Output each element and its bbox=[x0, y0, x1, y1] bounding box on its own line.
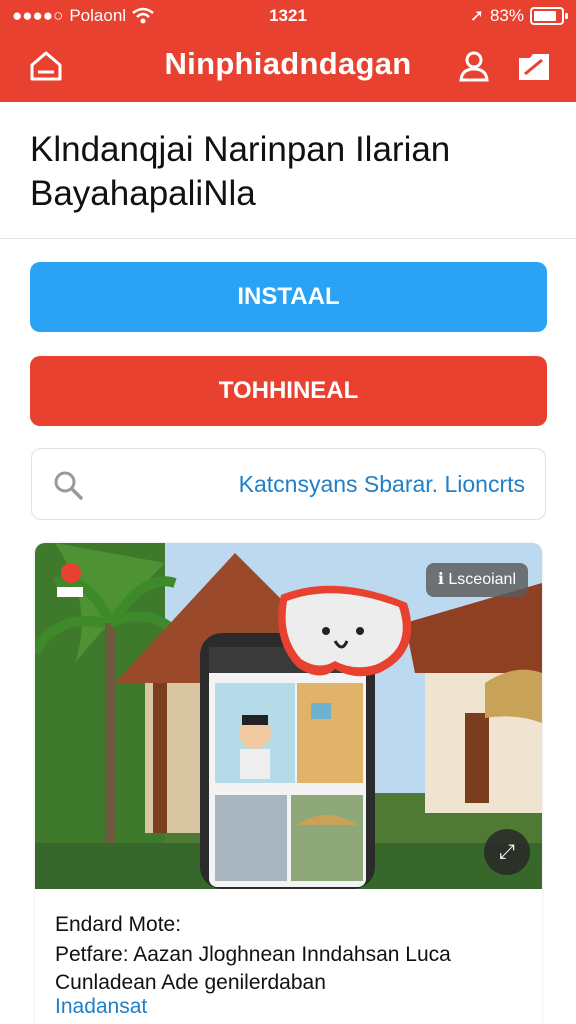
card-description-line-2: Cunladean Ade genilerdaban bbox=[55, 971, 326, 994]
headline-line-2: BayahapaliNla bbox=[30, 174, 256, 213]
secondary-button[interactable]: TOHHINEAL bbox=[30, 356, 547, 426]
divider bbox=[0, 238, 576, 239]
page-headline: Klndanqjai Narinpan Ilarian BayahapaliNl… bbox=[30, 128, 550, 216]
status-bar: ●●●●○ Polaonl 1321 ➚ 83% bbox=[0, 0, 576, 34]
search-icon bbox=[54, 471, 83, 500]
info-icon: ℹ bbox=[437, 571, 444, 588]
user-icon[interactable] bbox=[456, 48, 492, 84]
headline-line-1: Klndanqjai Narinpan Ilarian bbox=[30, 130, 451, 169]
card-description: Petfare: Aazan Jloghnean Inndahsan Luca … bbox=[55, 941, 525, 997]
battery-icon bbox=[530, 7, 568, 25]
card-description-line-1: Petfare: Aazan Jloghnean Inndahsan Luca bbox=[55, 943, 451, 966]
location-icon: ➚ bbox=[469, 6, 484, 25]
expand-icon[interactable]: ⤢ bbox=[484, 829, 530, 875]
featured-card[interactable]: ℹ Lsceoianl ⤢ Endard Mote: Petfare: Aaza… bbox=[35, 543, 542, 1024]
status-right: ➚ 83% bbox=[469, 6, 568, 26]
search-bar[interactable]: Katcnsyans Sbarar. Lioncrts bbox=[31, 448, 546, 520]
install-button[interactable]: INSTAAL bbox=[30, 262, 547, 332]
search-input[interactable]: Katcnsyans Sbarar. Lioncrts bbox=[239, 471, 525, 498]
location-badge-label: Lsceoianl bbox=[448, 571, 516, 588]
share-icon[interactable] bbox=[516, 48, 552, 84]
card-label: Endard Mote: bbox=[55, 913, 182, 936]
location-badge[interactable]: ℹ Lsceoianl bbox=[425, 563, 528, 597]
card-link[interactable]: Inadansat bbox=[55, 995, 147, 1019]
app-bar: Ninphiadndagan bbox=[0, 34, 576, 102]
battery-percent: 83% bbox=[489, 6, 524, 25]
